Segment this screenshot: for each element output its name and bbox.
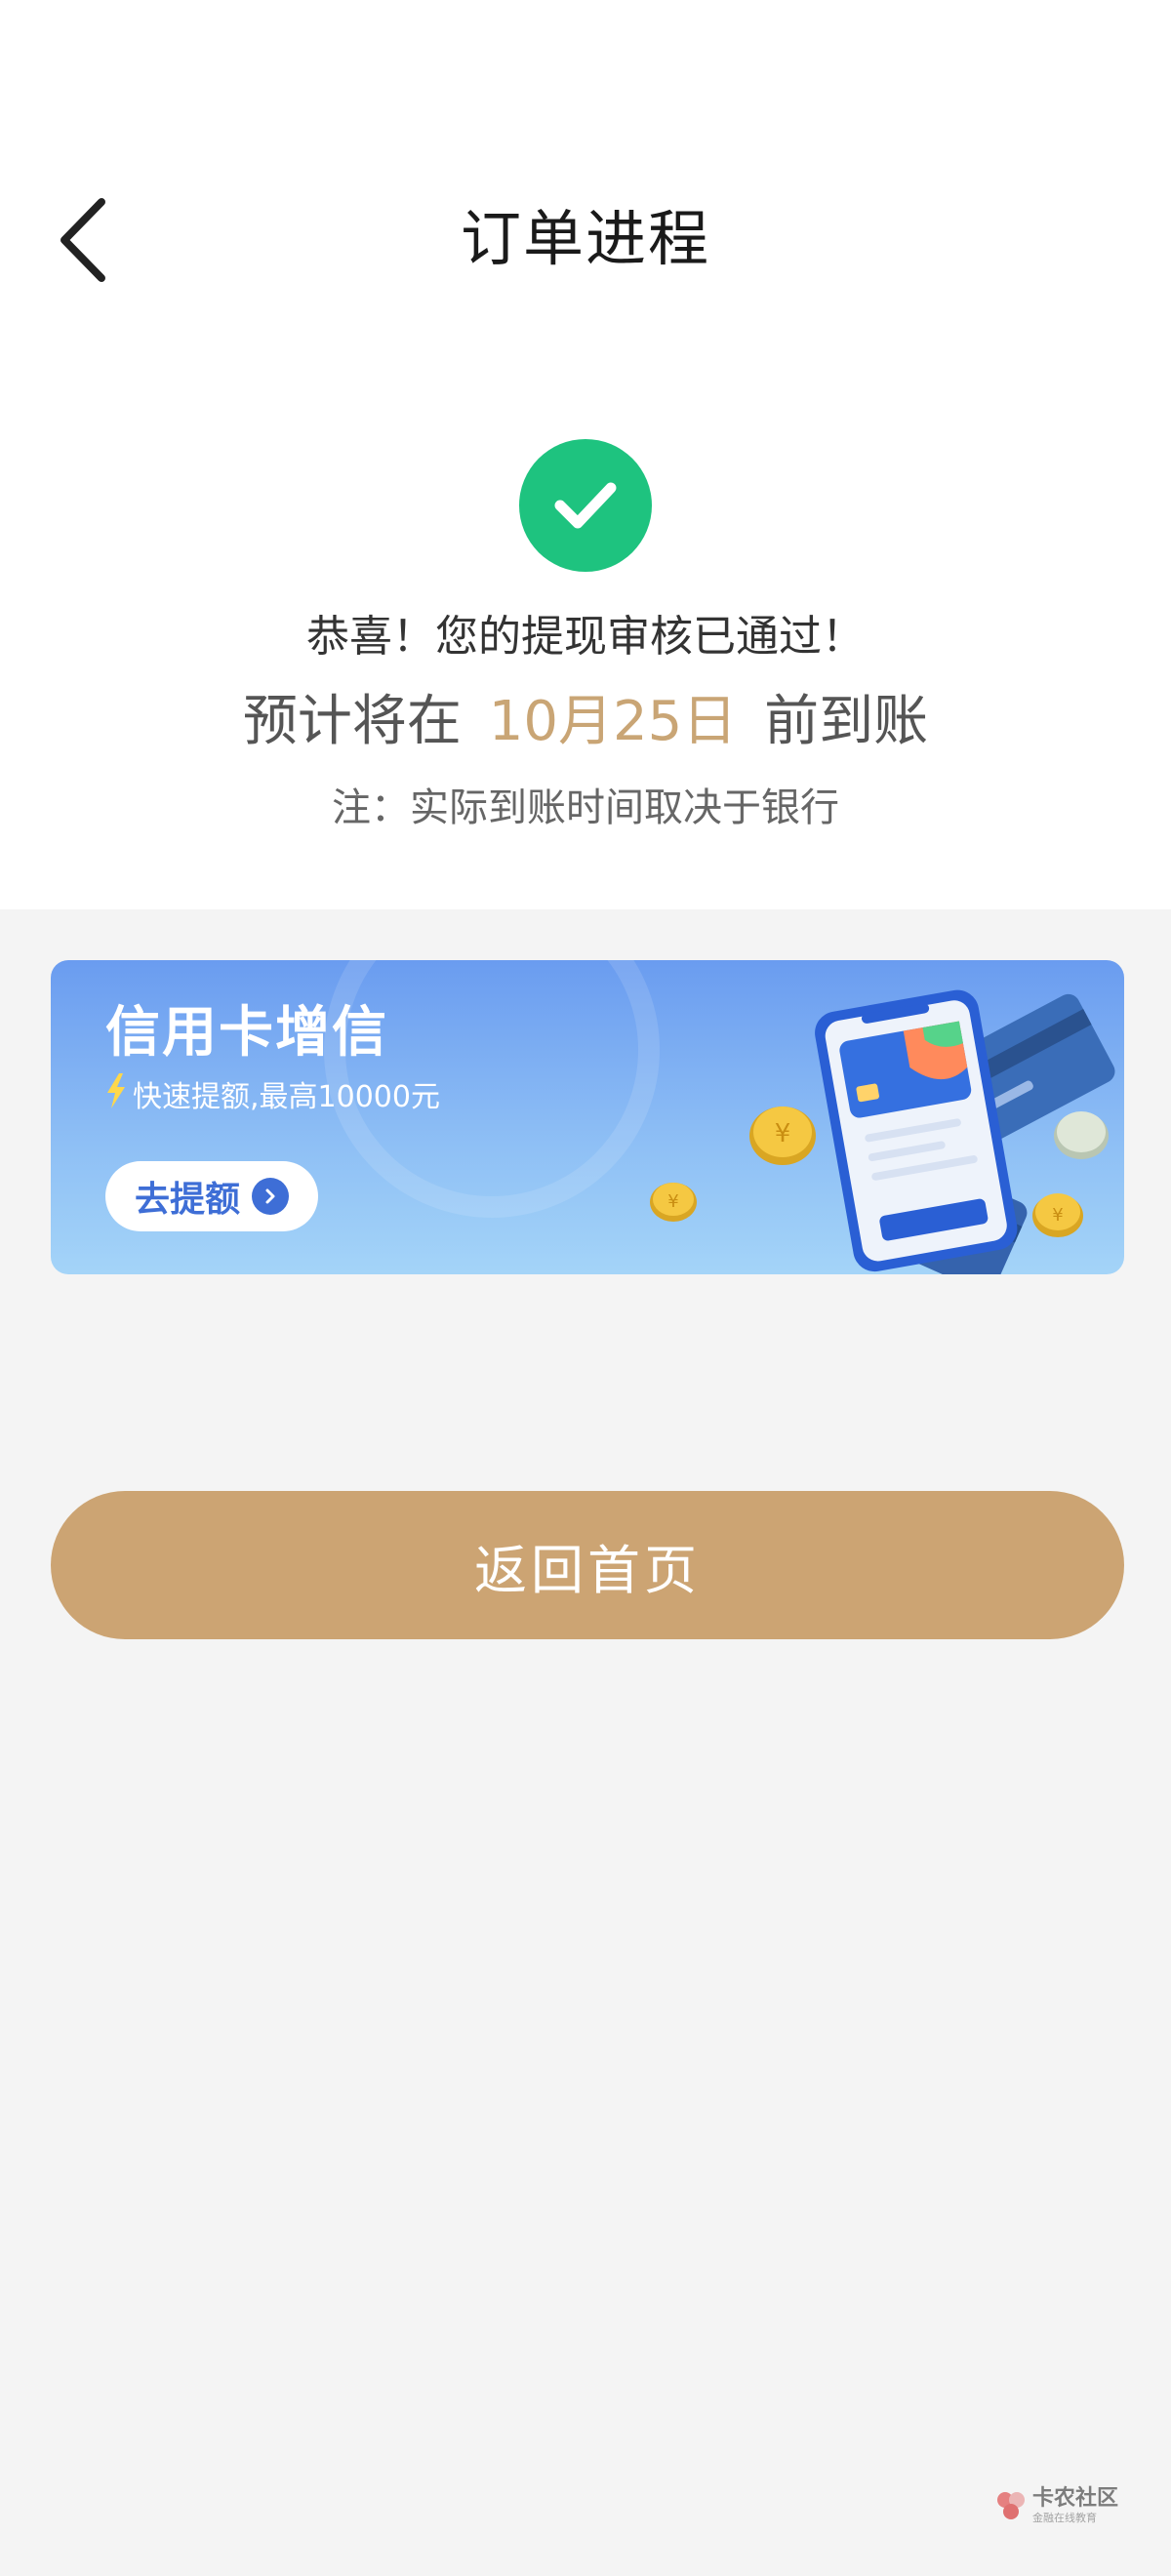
svg-text:¥: ¥: [667, 1191, 678, 1212]
page-title: 订单进程: [460, 203, 710, 274]
watermark-sub: 金融在线教育: [1032, 2512, 1097, 2524]
return-home-button[interactable]: 返回首页: [51, 1491, 1124, 1639]
arrival-prefix: 预计将在: [242, 690, 462, 753]
chevron-right-circle-icon: [252, 1178, 289, 1215]
raise-limit-label: 去提额: [134, 1180, 240, 1220]
raise-limit-button[interactable]: 去提额: [105, 1161, 318, 1231]
arrival-date: 10月25日: [488, 690, 738, 753]
status-panel: 订单进程 恭喜！您的提现审核已通过！ 预计将在 10月25日 前到账 注：实际到…: [0, 0, 1171, 909]
banner-subtitle: 快速提额,最高10000元: [133, 1079, 440, 1114]
success-message: 恭喜！您的提现审核已通过！: [306, 612, 865, 662]
coin-icon: ¥: [749, 1107, 816, 1165]
svg-text:¥: ¥: [775, 1119, 791, 1148]
banner-title: 信用卡增信: [105, 1001, 388, 1065]
kanong-logo-icon: [997, 2492, 1025, 2519]
lightning-icon: [105, 1073, 127, 1121]
arrival-estimate: 预计将在 10月25日 前到账: [0, 683, 1171, 761]
watermark-main: 卡农社区: [1032, 2486, 1119, 2511]
arrival-note: 注：实际到账时间取决于银行: [332, 785, 839, 830]
success-check-icon: [519, 439, 652, 572]
svg-text:¥: ¥: [1052, 1205, 1063, 1226]
arrival-suffix: 前到账: [764, 690, 929, 753]
banner-subtitle-row: 快速提额,最高10000元: [105, 1073, 440, 1121]
watermark: 卡农社区 金融在线教育: [995, 2486, 1118, 2525]
credit-card-promo-banner[interactable]: 信用卡增信 快速提额,最高10000元 去提额 ¥ ¥ ¥: [51, 960, 1124, 1274]
phone-card-coins-illustration: ¥ ¥ ¥: [650, 989, 1115, 1274]
